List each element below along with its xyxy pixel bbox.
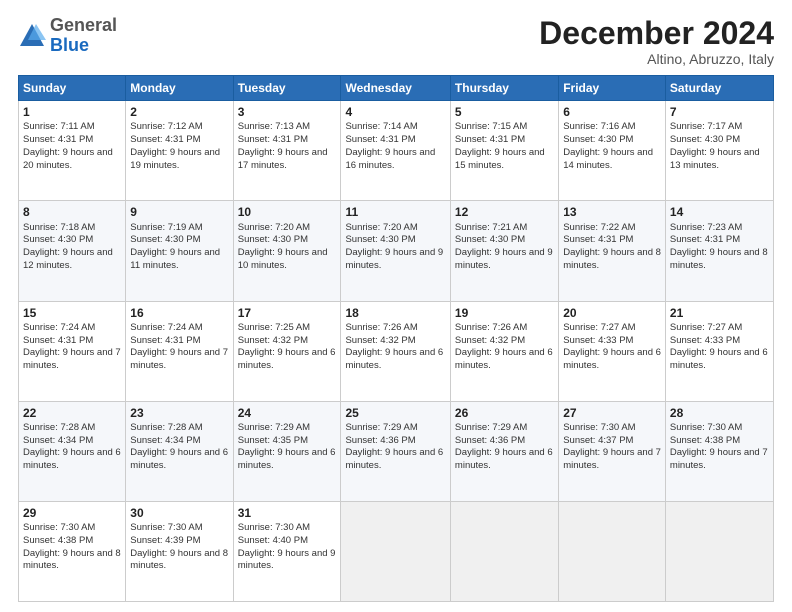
calendar-cell-6: 6Sunrise: 7:16 AMSunset: 4:30 PMDaylight… [559,101,666,201]
col-wednesday: Wednesday [341,76,450,101]
calendar-cell-16: 16Sunrise: 7:24 AMSunset: 4:31 PMDayligh… [126,301,233,401]
calendar-cell-empty [665,501,773,601]
page: General Blue December 2024 Altino, Abruz… [0,0,792,612]
col-saturday: Saturday [665,76,773,101]
col-sunday: Sunday [19,76,126,101]
col-friday: Friday [559,76,666,101]
calendar-row-1: 8Sunrise: 7:18 AMSunset: 4:30 PMDaylight… [19,201,774,301]
header: General Blue December 2024 Altino, Abruz… [18,16,774,67]
logo-blue: Blue [50,35,89,55]
calendar-cell-13: 13Sunrise: 7:22 AMSunset: 4:31 PMDayligh… [559,201,666,301]
calendar-cell-31: 31Sunrise: 7:30 AMSunset: 4:40 PMDayligh… [233,501,341,601]
calendar-cell-12: 12Sunrise: 7:21 AMSunset: 4:30 PMDayligh… [450,201,558,301]
calendar-cell-28: 28Sunrise: 7:30 AMSunset: 4:38 PMDayligh… [665,401,773,501]
month-title: December 2024 [539,16,774,51]
calendar-cell-15: 15Sunrise: 7:24 AMSunset: 4:31 PMDayligh… [19,301,126,401]
col-tuesday: Tuesday [233,76,341,101]
calendar-cell-20: 20Sunrise: 7:27 AMSunset: 4:33 PMDayligh… [559,301,666,401]
calendar-row-2: 15Sunrise: 7:24 AMSunset: 4:31 PMDayligh… [19,301,774,401]
calendar-cell-21: 21Sunrise: 7:27 AMSunset: 4:33 PMDayligh… [665,301,773,401]
calendar-cell-1: 1Sunrise: 7:11 AMSunset: 4:31 PMDaylight… [19,101,126,201]
logo-icon [18,22,46,50]
calendar-cell-30: 30Sunrise: 7:30 AMSunset: 4:39 PMDayligh… [126,501,233,601]
calendar-cell-2: 2Sunrise: 7:12 AMSunset: 4:31 PMDaylight… [126,101,233,201]
title-block: December 2024 Altino, Abruzzo, Italy [539,16,774,67]
calendar-cell-27: 27Sunrise: 7:30 AMSunset: 4:37 PMDayligh… [559,401,666,501]
calendar-cell-7: 7Sunrise: 7:17 AMSunset: 4:30 PMDaylight… [665,101,773,201]
calendar-row-4: 29Sunrise: 7:30 AMSunset: 4:38 PMDayligh… [19,501,774,601]
calendar-cell-17: 17Sunrise: 7:25 AMSunset: 4:32 PMDayligh… [233,301,341,401]
calendar-cell-18: 18Sunrise: 7:26 AMSunset: 4:32 PMDayligh… [341,301,450,401]
calendar-cell-empty [559,501,666,601]
calendar-cell-22: 22Sunrise: 7:28 AMSunset: 4:34 PMDayligh… [19,401,126,501]
calendar-cell-4: 4Sunrise: 7:14 AMSunset: 4:31 PMDaylight… [341,101,450,201]
calendar-cell-8: 8Sunrise: 7:18 AMSunset: 4:30 PMDaylight… [19,201,126,301]
calendar-header-row: Sunday Monday Tuesday Wednesday Thursday… [19,76,774,101]
calendar-cell-26: 26Sunrise: 7:29 AMSunset: 4:36 PMDayligh… [450,401,558,501]
calendar-row-0: 1Sunrise: 7:11 AMSunset: 4:31 PMDaylight… [19,101,774,201]
calendar-cell-empty [341,501,450,601]
logo-general: General [50,15,117,35]
calendar-cell-3: 3Sunrise: 7:13 AMSunset: 4:31 PMDaylight… [233,101,341,201]
col-monday: Monday [126,76,233,101]
calendar-row-3: 22Sunrise: 7:28 AMSunset: 4:34 PMDayligh… [19,401,774,501]
calendar-cell-23: 23Sunrise: 7:28 AMSunset: 4:34 PMDayligh… [126,401,233,501]
calendar-cell-9: 9Sunrise: 7:19 AMSunset: 4:30 PMDaylight… [126,201,233,301]
location: Altino, Abruzzo, Italy [539,51,774,67]
calendar-cell-10: 10Sunrise: 7:20 AMSunset: 4:30 PMDayligh… [233,201,341,301]
calendar-cell-empty [450,501,558,601]
calendar-cell-24: 24Sunrise: 7:29 AMSunset: 4:35 PMDayligh… [233,401,341,501]
calendar-cell-29: 29Sunrise: 7:30 AMSunset: 4:38 PMDayligh… [19,501,126,601]
calendar-cell-5: 5Sunrise: 7:15 AMSunset: 4:31 PMDaylight… [450,101,558,201]
col-thursday: Thursday [450,76,558,101]
logo: General Blue [18,16,117,56]
calendar-cell-25: 25Sunrise: 7:29 AMSunset: 4:36 PMDayligh… [341,401,450,501]
calendar-table: Sunday Monday Tuesday Wednesday Thursday… [18,75,774,602]
logo-text: General Blue [50,16,117,56]
calendar-cell-19: 19Sunrise: 7:26 AMSunset: 4:32 PMDayligh… [450,301,558,401]
calendar-cell-11: 11Sunrise: 7:20 AMSunset: 4:30 PMDayligh… [341,201,450,301]
calendar-cell-14: 14Sunrise: 7:23 AMSunset: 4:31 PMDayligh… [665,201,773,301]
